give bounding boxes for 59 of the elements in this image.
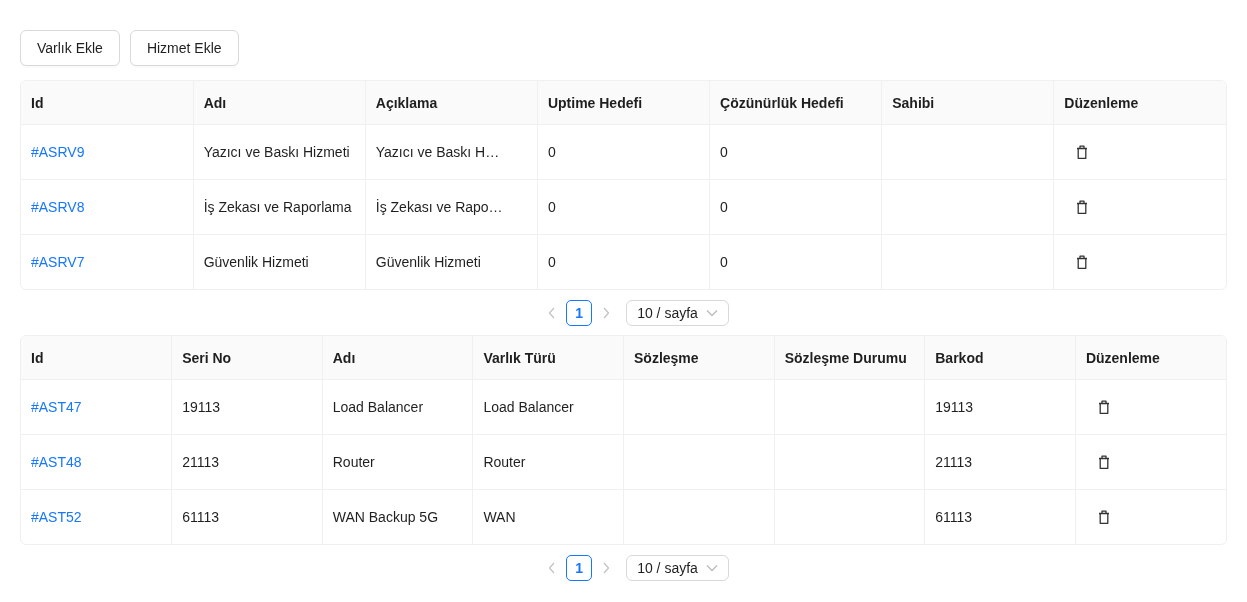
table-cell: 61113 [924, 489, 1076, 544]
trash-icon[interactable] [1076, 200, 1089, 214]
column-header: Çözünürlük Hedefi [709, 81, 882, 125]
page-size-select[interactable]: 10 / sayfa [626, 299, 729, 326]
page-button[interactable]: 1 [566, 554, 593, 581]
column-header: Düzenleme [1075, 336, 1226, 380]
table-cell: 0 [709, 124, 882, 180]
table-cell: Router [322, 434, 473, 490]
trash-icon[interactable] [1076, 145, 1089, 159]
column-header: Seri No [171, 336, 323, 380]
column-header: Açıklama [365, 81, 538, 125]
table-cell: WAN Backup 5G [322, 489, 473, 544]
id-link[interactable]: #AST47 [31, 399, 82, 415]
table-cell: Load Balancer [472, 379, 624, 435]
table-cell: 61113 [171, 489, 323, 544]
column-header: Id [21, 81, 194, 125]
id-link[interactable]: #AST48 [31, 454, 82, 470]
table-cell: WAN [472, 489, 624, 544]
add-button[interactable]: Varlık Ekle [20, 30, 120, 66]
table-cell: Güvenlik Hizmeti [365, 234, 538, 289]
chevron-down-icon [705, 563, 718, 572]
table-cell: Güvenlik Hizmeti [193, 234, 366, 289]
column-header: Barkod [924, 336, 1076, 380]
table-cell: 21113 [924, 434, 1076, 490]
table-cell: Yazıcı ve Baskı Hizmeti [193, 124, 366, 180]
table-cell: İş Zekası ve Raporlama [193, 179, 366, 235]
column-header: Düzenleme [1053, 81, 1226, 125]
column-header: Varlık Türü [472, 336, 624, 380]
page-button[interactable]: 1 [566, 299, 593, 326]
column-header: Adı [322, 336, 473, 380]
table-cell: Yazıcı ve Baskı H… [365, 124, 538, 180]
trash-icon[interactable] [1097, 510, 1110, 524]
table-cell: Router [472, 434, 624, 490]
table-cell: 19113 [924, 379, 1076, 435]
column-header: Adı [193, 81, 366, 125]
column-header: Sözleşme [623, 336, 775, 380]
table-cell: Load Balancer [322, 379, 473, 435]
chevron-down-icon [705, 308, 718, 317]
trash-icon[interactable] [1097, 455, 1110, 469]
add-button[interactable]: Hizmet Ekle [129, 30, 239, 66]
column-header: Sözleşme Durumu [774, 336, 925, 380]
table-cell: 19113 [171, 379, 323, 435]
id-link[interactable]: #AST52 [31, 509, 82, 525]
id-link[interactable]: #ASRV7 [31, 254, 85, 270]
trash-icon[interactable] [1076, 255, 1089, 269]
table-cell: 0 [537, 234, 710, 289]
table-cell: 21113 [171, 434, 323, 490]
id-link[interactable]: #ASRV8 [31, 199, 85, 215]
trash-icon[interactable] [1097, 400, 1110, 414]
column-header: Sahibi [881, 81, 1054, 125]
table-cell: İş Zekası ve Rapo… [365, 179, 538, 235]
column-header: Uptime Hedefi [537, 81, 710, 125]
table-cell: 0 [709, 234, 882, 289]
id-link[interactable]: #ASRV9 [31, 144, 85, 160]
table-cell: 0 [537, 179, 710, 235]
page-size-select[interactable]: 10 / sayfa [626, 554, 729, 581]
column-header: Id [21, 336, 172, 380]
table-cell: 0 [537, 124, 710, 180]
table-cell: 0 [709, 179, 882, 235]
